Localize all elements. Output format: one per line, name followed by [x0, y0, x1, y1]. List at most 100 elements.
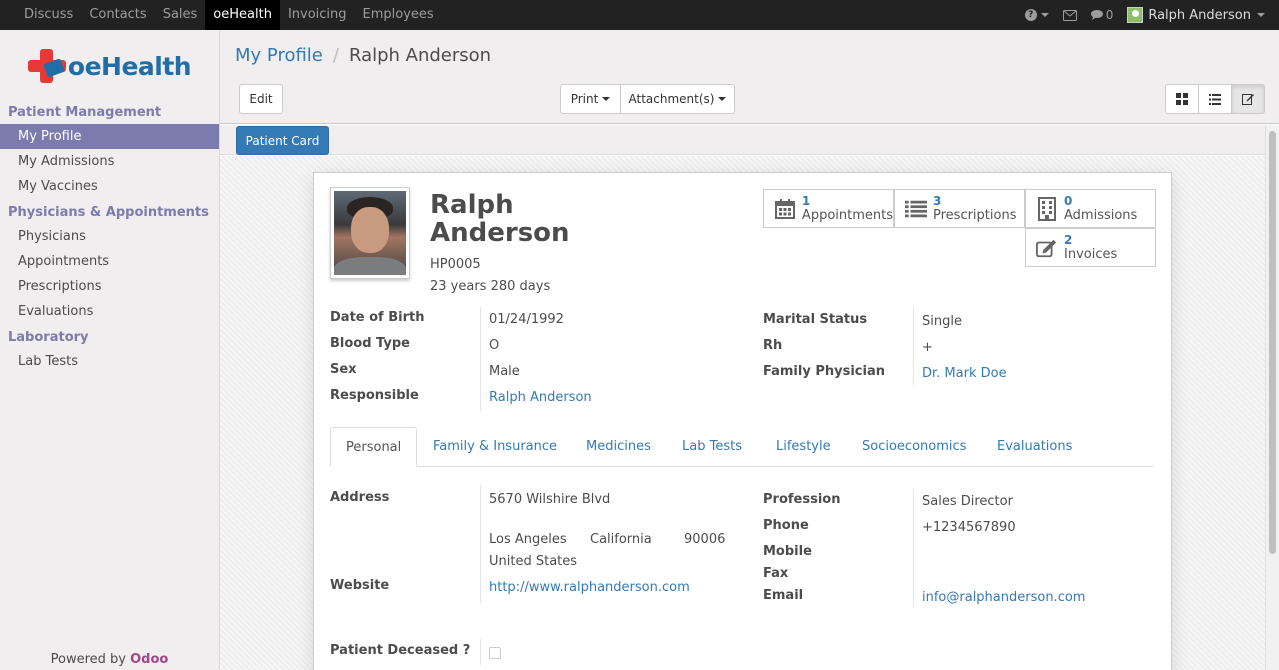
caret-down-icon	[602, 97, 611, 101]
sidebar-item-my-admissions[interactable]: My Admissions	[0, 149, 219, 174]
sidebar-item-my-vaccines[interactable]: My Vaccines	[0, 174, 219, 199]
phone-label: Phone	[763, 518, 809, 533]
prescriptions-stat-button[interactable]: 3 Prescriptions	[894, 189, 1025, 228]
kanban-icon	[1176, 93, 1188, 105]
form-statusbar: Patient Card	[220, 125, 1265, 155]
patient-card-button[interactable]: Patient Card	[236, 126, 329, 155]
fax-label: Fax	[763, 566, 789, 581]
logo-text: oeHealth	[67, 51, 192, 81]
envelope-icon	[1062, 9, 1077, 21]
breadcrumb-separator: /	[332, 45, 339, 66]
calendar-icon	[774, 198, 795, 219]
invoices-label: Invoices	[1064, 246, 1118, 262]
menu-employees[interactable]: Employees	[355, 0, 442, 30]
website-link[interactable]: http://www.ralphanderson.com	[489, 580, 690, 595]
chat-button[interactable]: 0	[1090, 8, 1113, 22]
oehealth-logo[interactable]: oeHealth	[0, 30, 219, 102]
menu-oehealth[interactable]: oeHealth	[205, 0, 280, 30]
form-icon	[1242, 94, 1254, 105]
user-name: Ralph Anderson	[1148, 7, 1251, 23]
profession-value[interactable]: Sales Director	[922, 494, 1013, 509]
marital-status-value[interactable]: Single	[922, 314, 962, 329]
patient-deceased-checkbox[interactable]	[489, 647, 501, 659]
address-label: Address	[330, 490, 390, 505]
city-value[interactable]: Los Angeles	[489, 532, 567, 547]
breadcrumb-root[interactable]: My Profile	[235, 45, 323, 66]
appointments-stat-button[interactable]: 1 Appointments	[763, 189, 894, 228]
invoices-count: 2	[1064, 232, 1073, 247]
edit-button-label: Edit	[249, 92, 273, 106]
family-physician-link[interactable]: Dr. Mark Doe	[922, 366, 1007, 381]
menu-sales[interactable]: Sales	[155, 0, 206, 30]
sex-value[interactable]: Male	[489, 364, 520, 379]
sidebar-item-my-profile[interactable]: My Profile	[0, 124, 219, 149]
tab-lifestyle[interactable]: Lifestyle	[761, 427, 846, 467]
sidebar-item-lab-tests[interactable]: Lab Tests	[0, 349, 219, 374]
admissions-count: 0	[1064, 193, 1073, 208]
print-dropdown[interactable]: Print	[560, 84, 621, 114]
state-value[interactable]: California	[590, 532, 652, 547]
street-value[interactable]: 5670 Wilshire Blvd	[489, 492, 610, 507]
email-label: Email	[763, 588, 804, 603]
menu-invoicing[interactable]: Invoicing	[280, 0, 355, 30]
tab-socioeconomics[interactable]: Socioeconomics	[847, 427, 981, 467]
phone-value[interactable]: +1234567890	[922, 520, 1016, 535]
patient-photo[interactable]	[330, 187, 410, 279]
patient-code: HP0005	[430, 257, 481, 272]
country-value[interactable]: United States	[489, 554, 577, 569]
email-link[interactable]: info@ralphanderson.com	[922, 590, 1085, 605]
tab-evaluations[interactable]: Evaluations	[982, 427, 1087, 467]
control-panel: My Profile / Ralph Anderson Edit Print Att…	[220, 30, 1279, 124]
edit-button[interactable]: Edit	[239, 84, 283, 114]
notebook-tabs: Personal Family & Insurance Medicines La…	[330, 427, 1154, 467]
tab-personal[interactable]: Personal	[330, 427, 418, 467]
profession-label: Profession	[763, 492, 841, 507]
odoo-link[interactable]: Odoo	[130, 652, 168, 667]
admissions-stat-button[interactable]: 0 Admissions	[1025, 189, 1156, 228]
rh-value[interactable]: +	[922, 340, 933, 355]
admissions-label: Admissions	[1064, 207, 1138, 223]
zip-value[interactable]: 90006	[684, 532, 725, 547]
print-label: Print	[570, 92, 599, 106]
menu-contacts[interactable]: Contacts	[81, 0, 154, 30]
list-view-button[interactable]	[1198, 84, 1232, 114]
kanban-view-button[interactable]	[1165, 84, 1199, 114]
prescriptions-count: 3	[933, 193, 942, 208]
scrollbar[interactable]	[1265, 125, 1279, 670]
form-view-button[interactable]	[1231, 84, 1265, 114]
field-separator	[913, 489, 914, 607]
sidebar-item-appointments[interactable]: Appointments	[0, 249, 219, 274]
list-icon	[1209, 93, 1221, 105]
responsible-link[interactable]: Ralph Anderson	[489, 390, 592, 405]
tab-lab-tests[interactable]: Lab Tests	[667, 427, 757, 467]
blood-type-value[interactable]: O	[489, 338, 499, 353]
caret-down-icon	[1040, 13, 1049, 17]
tab-medicines[interactable]: Medicines	[571, 427, 666, 467]
dob-value[interactable]: 01/24/1992	[489, 312, 564, 327]
patient-last-name: Anderson	[430, 218, 570, 248]
question-icon: ?	[1024, 9, 1037, 21]
sidebar: oeHealth Patient Management My Profile M…	[0, 30, 220, 670]
comments-icon	[1090, 10, 1103, 20]
scrollbar-thumb[interactable]	[1269, 131, 1276, 554]
mail-button[interactable]	[1062, 9, 1077, 21]
help-dropdown[interactable]: ?	[1024, 9, 1049, 21]
section-physicians-appointments: Physicians & Appointments	[8, 205, 209, 220]
patient-age: 23 years 280 days	[430, 279, 551, 294]
invoices-stat-button[interactable]: 2 Invoices	[1025, 228, 1156, 267]
family-physician-label: Family Physician	[763, 364, 885, 379]
patient-deceased-label: Patient Deceased ?	[330, 643, 471, 658]
patient-first-name: Ralph	[430, 190, 514, 220]
website-label: Website	[330, 578, 390, 593]
user-menu[interactable]: Ralph Anderson	[1127, 7, 1265, 23]
tab-family-insurance[interactable]: Family & Insurance	[418, 427, 572, 467]
sidebar-item-prescriptions[interactable]: Prescriptions	[0, 274, 219, 299]
sidebar-item-physicians[interactable]: Physicians	[0, 224, 219, 249]
attachments-label: Attachment(s)	[628, 92, 715, 106]
pencil-square-icon	[1036, 239, 1057, 257]
menu-discuss[interactable]: Discuss	[16, 0, 81, 30]
attachments-dropdown[interactable]: Attachment(s)	[620, 84, 735, 114]
blood-type-label: Blood Type	[330, 336, 410, 351]
sidebar-item-evaluations[interactable]: Evaluations	[0, 299, 219, 324]
responsible-label: Responsible	[330, 388, 419, 403]
